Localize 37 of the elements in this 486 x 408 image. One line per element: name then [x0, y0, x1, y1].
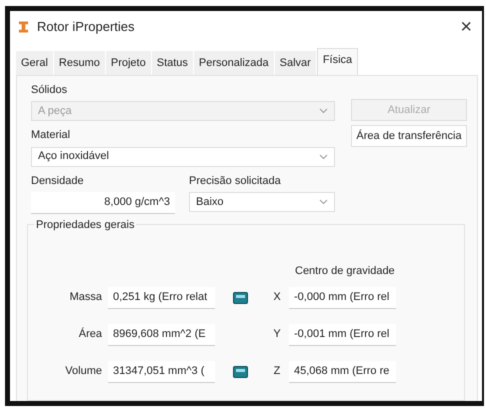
tab[interactable]: Física — [316, 48, 358, 74]
tab[interactable]: Personalizada — [194, 51, 275, 74]
property-label: Área — [78, 326, 103, 342]
field-label: Densidade — [31, 174, 85, 188]
axis-label: X — [272, 290, 282, 306]
axis-label: Y — [272, 327, 282, 342]
calculator-icon[interactable] — [232, 366, 248, 378]
group-title: Propriedades gerais — [34, 217, 136, 234]
tab[interactable]: Resumo — [54, 51, 106, 74]
button[interactable]: Área de transferência — [351, 125, 467, 147]
property-label: Volume — [64, 364, 103, 380]
field-label: Sólidos — [31, 82, 68, 98]
calculator-icon[interactable] — [232, 292, 248, 304]
tab[interactable]: Geral — [16, 51, 54, 74]
property-label: Massa — [68, 290, 103, 306]
chevron-icon — [319, 154, 328, 160]
property-field[interactable]: 8969,608 mm^2 (E — [108, 324, 215, 346]
field-label: Precisão solicitada — [189, 174, 282, 188]
section-label: Centro de gravidade — [295, 265, 395, 277]
tab[interactable]: Projeto — [106, 51, 152, 74]
property-field[interactable]: 0,251 kg (Erro relat — [108, 286, 215, 308]
dropdown[interactable]: Baixo — [189, 192, 335, 212]
tab[interactable]: Salvar — [274, 51, 317, 74]
close-button[interactable]: × — [458, 17, 474, 37]
tab[interactable]: Status — [152, 51, 194, 74]
dropdown[interactable]: Aço inoxidável — [31, 146, 335, 166]
coordinate-field[interactable]: 45,068 mm (Erro re — [289, 360, 396, 382]
window-title: Rotor iProperties — [37, 18, 136, 36]
axis-label: Z — [272, 364, 282, 380]
density-field[interactable]: 8,000 g/cm^3 — [31, 192, 175, 214]
chevron-icon — [319, 108, 328, 114]
field-label: Material — [31, 128, 72, 143]
coordinate-field[interactable]: -0,001 mm (Erro rel — [289, 324, 396, 346]
app-logo-icon — [18, 20, 29, 34]
property-field[interactable]: 31347,051 mm^3 ( — [108, 360, 215, 382]
coordinate-field[interactable]: -0,000 mm (Erro rel — [289, 286, 396, 308]
chevron-icon — [319, 199, 328, 205]
